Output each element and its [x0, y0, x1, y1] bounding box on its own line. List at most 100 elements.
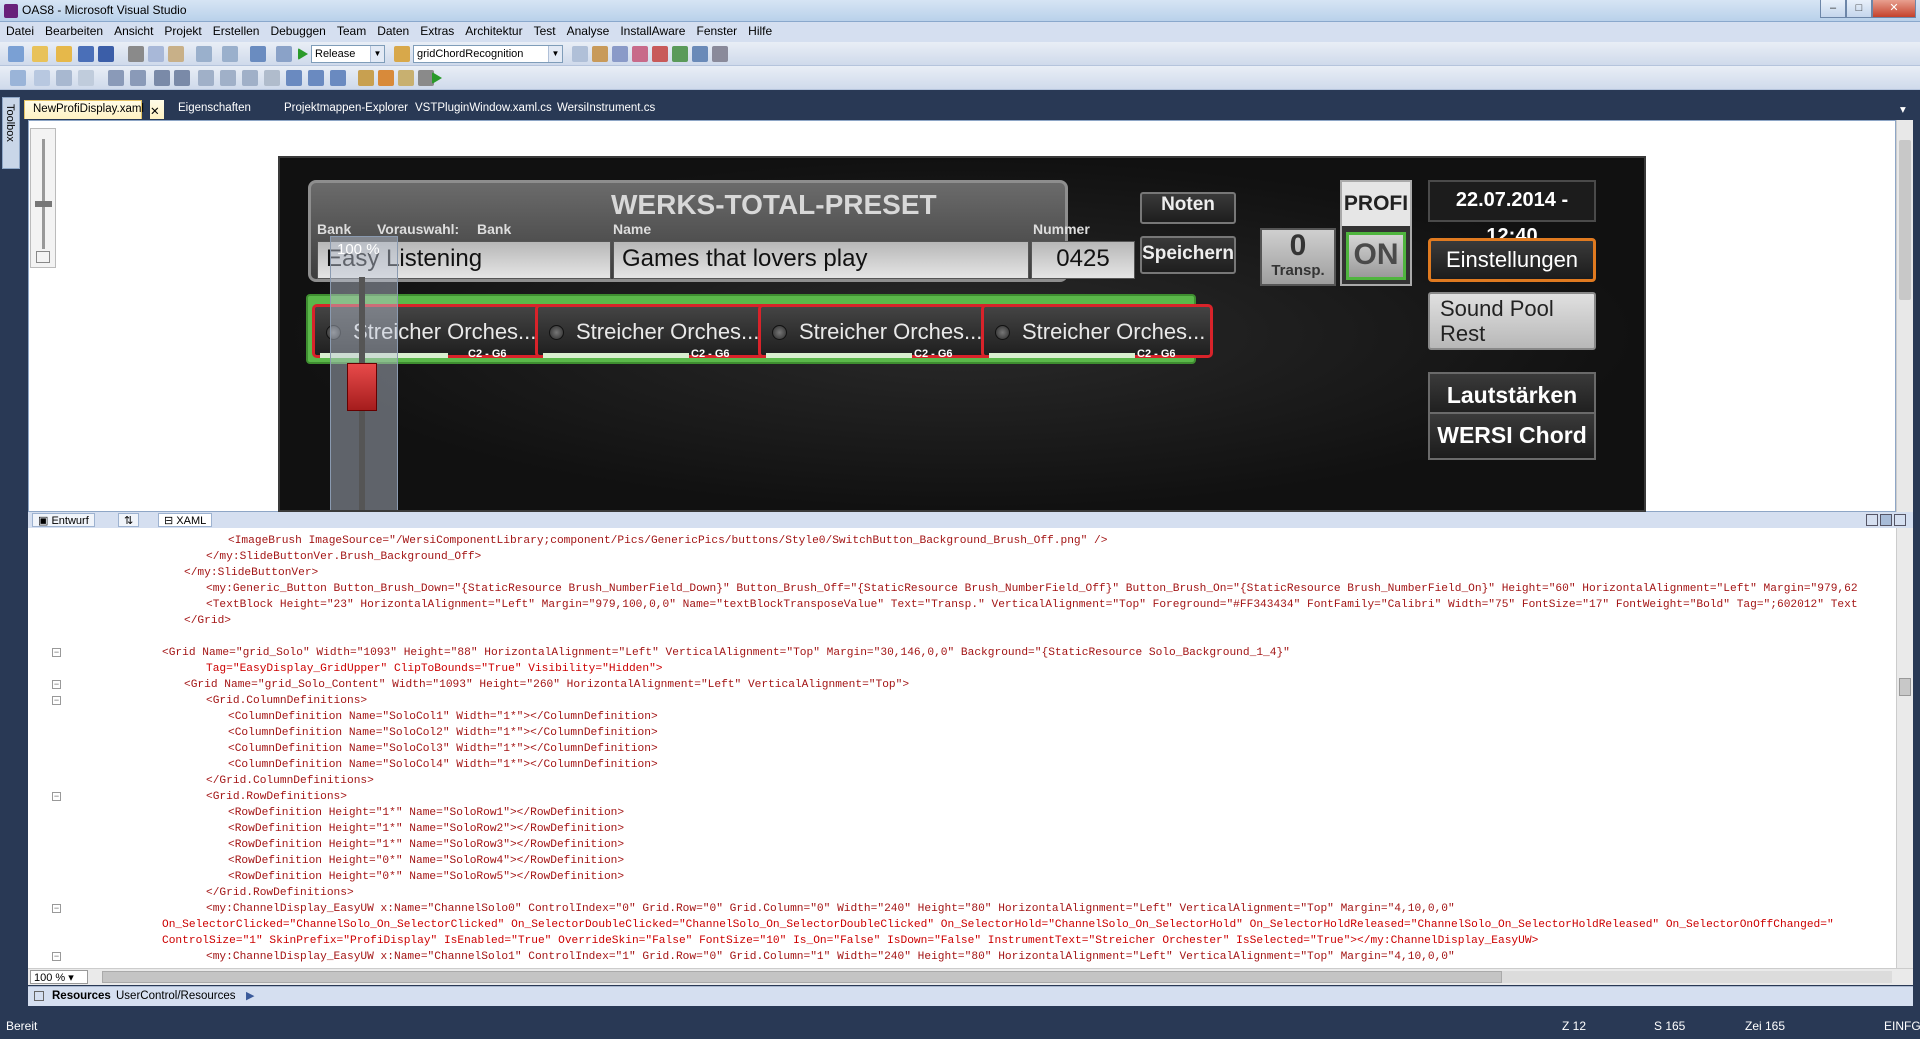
- object-browser-icon[interactable]: [612, 46, 628, 62]
- profi-switch[interactable]: PROFI ON: [1340, 180, 1412, 286]
- code-line[interactable]: <my:Generic_Button Button_Brush_Down="{S…: [206, 581, 1858, 597]
- menu-item-erstellen[interactable]: Erstellen: [207, 22, 265, 42]
- split-horizontal-icon[interactable]: [1880, 514, 1892, 526]
- paste-icon[interactable]: [168, 46, 184, 62]
- align-grid-icon[interactable]: [10, 70, 26, 86]
- step-out-icon[interactable]: [330, 70, 346, 86]
- navigate-back-icon[interactable]: [250, 46, 266, 62]
- close-button[interactable]: ✕: [1872, 0, 1916, 18]
- redo-icon[interactable]: [222, 46, 238, 62]
- menu-item-installaware[interactable]: InstallAware: [614, 22, 690, 42]
- zoom-slider[interactable]: [30, 128, 56, 268]
- tab-entwurf[interactable]: ▣ Entwurf: [32, 513, 95, 527]
- navigate-forward-icon[interactable]: [276, 46, 292, 62]
- code-line[interactable]: <Grid.RowDefinitions>: [206, 789, 347, 805]
- uncomment-icon[interactable]: [174, 70, 190, 86]
- sound-pool-button[interactable]: Sound Pool Rest: [1428, 292, 1596, 350]
- menu-item-test[interactable]: Test: [528, 22, 561, 42]
- menu-item-fenster[interactable]: Fenster: [690, 22, 742, 42]
- einstellungen-button[interactable]: Einstellungen: [1428, 238, 1596, 282]
- fit-to-window-icon[interactable]: [36, 251, 50, 263]
- test-icon[interactable]: [398, 70, 414, 86]
- solo-channel-4[interactable]: Streicher Orches...: [981, 304, 1213, 358]
- swap-panes-icon[interactable]: ⇅: [118, 513, 140, 527]
- tab-vstpluginwindow[interactable]: VSTPluginWindow.xaml.cs: [407, 100, 560, 119]
- next-bookmark-icon[interactable]: [242, 70, 258, 86]
- editor-zoom-select[interactable]: 100 % ▾: [30, 970, 88, 984]
- transpose-field[interactable]: 0 Transp.: [1260, 228, 1336, 286]
- speichern-button[interactable]: Speichern: [1140, 236, 1236, 274]
- menu-item-debuggen[interactable]: Debuggen: [264, 22, 330, 42]
- code-line[interactable]: </Grid>: [184, 613, 231, 629]
- editor-vertical-scrollbar[interactable]: [1896, 528, 1913, 968]
- prev-bookmark-icon[interactable]: [220, 70, 236, 86]
- path-resources[interactable]: Resources: [52, 990, 111, 1002]
- code-line[interactable]: <Grid Name="grid_Solo" Width="1093" Heig…: [162, 645, 1290, 661]
- fold-toggle-icon[interactable]: −: [52, 792, 61, 801]
- fold-toggle-icon[interactable]: −: [52, 648, 61, 657]
- outdent-icon[interactable]: [130, 70, 146, 86]
- fold-toggle-icon[interactable]: −: [52, 952, 61, 961]
- menu-item-extras[interactable]: Extras: [414, 22, 459, 42]
- code-line[interactable]: <RowDefinition Height="1*" Name="SoloRow…: [228, 821, 624, 837]
- find-combo[interactable]: gridChordRecognition ▼: [413, 45, 563, 63]
- noten-button[interactable]: Noten: [1140, 192, 1236, 224]
- command-window-icon[interactable]: [712, 46, 728, 62]
- performance-icon[interactable]: [378, 70, 394, 86]
- tab-projektmappen-explorer[interactable]: Projektmappen-Explorer: [276, 100, 416, 119]
- open-folder-icon[interactable]: [56, 46, 72, 62]
- tab-overflow-icon[interactable]: ▾: [1892, 100, 1914, 119]
- indent-icon[interactable]: [108, 70, 124, 86]
- collapse-pane-icon[interactable]: [1894, 514, 1906, 526]
- horizontal-scrollbar[interactable]: [102, 971, 1892, 983]
- code-line[interactable]: ControlSize="1" SkinPrefix="ProfiDisplay…: [162, 933, 1538, 949]
- code-line[interactable]: <TextBlock Height="23" HorizontalAlignme…: [206, 597, 1858, 613]
- send-back-icon[interactable]: [56, 70, 72, 86]
- path-usercontrol[interactable]: UserControl/Resources: [116, 990, 236, 1002]
- solo-channel-3[interactable]: Streicher Orches...: [758, 304, 990, 358]
- step-over-icon[interactable]: [308, 70, 324, 86]
- start-debug-icon[interactable]: [298, 48, 308, 60]
- designer-vertical-scrollbar[interactable]: [1896, 120, 1913, 512]
- tab-wersiinstrument[interactable]: WersiInstrument.cs: [549, 100, 663, 119]
- save-all-icon[interactable]: [98, 46, 114, 62]
- menu-item-team[interactable]: Team: [331, 22, 371, 42]
- code-line[interactable]: <ColumnDefinition Name="SoloCol4" Width=…: [228, 757, 658, 773]
- code-line[interactable]: <RowDefinition Height="0*" Name="SoloRow…: [228, 869, 624, 885]
- wersi-chord-button[interactable]: WERSI Chord: [1428, 412, 1596, 460]
- code-line[interactable]: Tag="EasyDisplay_GridUpper" ClipToBounds…: [206, 661, 663, 677]
- scroll-thumb[interactable]: [1899, 678, 1911, 696]
- code-line[interactable]: <RowDefinition Height="1*" Name="SoloRow…: [228, 837, 624, 853]
- code-line[interactable]: </my:SlideButtonVer>: [184, 565, 318, 581]
- clear-bookmarks-icon[interactable]: [264, 70, 280, 86]
- step-into-icon[interactable]: [286, 70, 302, 86]
- configuration-select[interactable]: Release ▼: [311, 45, 385, 63]
- code-line[interactable]: <ImageBrush ImageSource="/WersiComponent…: [228, 533, 1107, 549]
- toolbox-icon[interactable]: [632, 46, 648, 62]
- fold-toggle-icon[interactable]: −: [52, 680, 61, 689]
- comment-icon[interactable]: [154, 70, 170, 86]
- path-chevron-icon[interactable]: ▶: [246, 989, 254, 1002]
- bookmark-icon[interactable]: [198, 70, 214, 86]
- new-project-icon[interactable]: [8, 46, 24, 62]
- scroll-thumb[interactable]: [1899, 140, 1911, 300]
- menu-item-daten[interactable]: Daten: [371, 22, 414, 42]
- tab-close-icon[interactable]: ✕: [150, 100, 164, 119]
- hscroll-thumb[interactable]: [102, 971, 1502, 983]
- tab-xaml[interactable]: ⊟ XAML: [158, 513, 213, 527]
- menu-item-bearbeiten[interactable]: Bearbeiten: [39, 22, 108, 42]
- code-line[interactable]: <ColumnDefinition Name="SoloCol2" Width=…: [228, 725, 658, 741]
- minimize-button[interactable]: ‒: [1820, 0, 1846, 18]
- save-icon[interactable]: [78, 46, 94, 62]
- code-line[interactable]: On_SelectorClicked="ChannelSolo_On_Selec…: [162, 917, 1834, 933]
- attach-process-icon[interactable]: [358, 70, 374, 86]
- start-page-icon[interactable]: [692, 46, 708, 62]
- code-line[interactable]: </Grid.ColumnDefinitions>: [206, 773, 374, 789]
- menu-item-architektur[interactable]: Architektur: [459, 22, 527, 42]
- code-line[interactable]: <my:ChannelDisplay_EasyUW x:Name="Channe…: [206, 949, 1455, 965]
- code-line[interactable]: <RowDefinition Height="1*" Name="SoloRow…: [228, 805, 624, 821]
- slider-thumb[interactable]: [347, 363, 377, 411]
- xaml-editor[interactable]: <ImageBrush ImageSource="/WersiComponent…: [28, 528, 1896, 968]
- align-left-icon[interactable]: [78, 70, 94, 86]
- tab-newprofidisplay[interactable]: NewProfiDisplay.xaml: [24, 100, 144, 119]
